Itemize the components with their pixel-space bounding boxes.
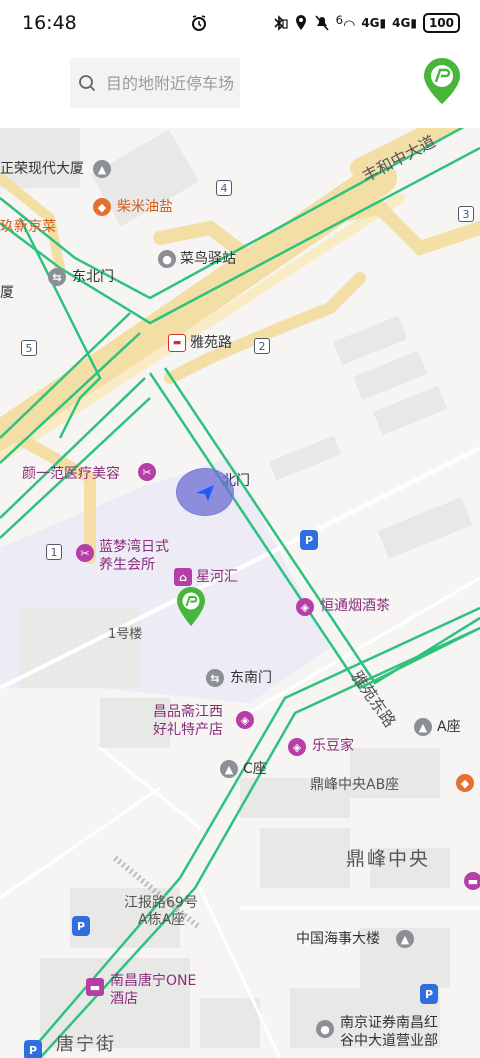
network-2-label: 4G — [392, 16, 411, 31]
parking-pin-icon[interactable] — [422, 56, 462, 106]
spa-pin-icon[interactable]: ✂ — [76, 544, 94, 562]
status-bar: 16:48 6◠ 4G▮ 4G▮ 100 — [0, 0, 480, 48]
road-badge-1: 1 — [46, 544, 62, 560]
road-badge-2: 2 — [254, 338, 270, 354]
hotel-pin-icon[interactable]: ▬ — [86, 978, 104, 996]
label-zhengrong[interactable]: 正荣现代大厦 — [0, 160, 84, 178]
label-dongnanmen[interactable]: 东南门 — [230, 669, 272, 687]
label-lanmengwan-2[interactable]: 养生会所 — [99, 556, 155, 574]
search-input[interactable] — [106, 73, 236, 93]
label-yanyifan[interactable]: 颜一范医疗美容 — [22, 465, 120, 483]
label-cainiao[interactable]: 菜鸟驿站 — [180, 250, 236, 268]
label-jiangbao[interactable]: 江报路69号 — [124, 894, 198, 912]
status-icons: 6◠ 4G▮ 4G▮ 100 — [190, 13, 460, 34]
parking-pin-icon[interactable] — [176, 586, 206, 628]
building-c-pin-icon[interactable]: ▲ — [220, 760, 238, 778]
label-jiuxin[interactable]: 玖新京菜 — [0, 218, 56, 236]
wifi-label: 6 — [335, 13, 344, 27]
label-lanmengwan[interactable]: 蓝梦湾日式 — [99, 538, 169, 556]
label-ledoujia[interactable]: 乐豆家 — [312, 737, 354, 755]
label-xinghehui[interactable]: 星河汇 — [196, 568, 238, 586]
label-tangning-hotel-2[interactable]: 酒店 — [110, 990, 138, 1008]
wifi-icon: 6◠ — [335, 13, 356, 34]
parking-p-icon[interactable]: P — [300, 530, 318, 550]
building-a-pin-icon[interactable]: ▲ — [414, 718, 432, 736]
label-chaimi[interactable]: 柴米油盐 — [117, 198, 173, 216]
label-building-1[interactable]: 1号楼 — [108, 626, 142, 644]
alarm-icon — [191, 15, 206, 32]
ledoujia-pin-icon[interactable]: ◈ — [288, 738, 306, 756]
top-search-bar — [0, 48, 480, 128]
label-changpinzhai-2[interactable]: 好礼特产店 — [153, 721, 223, 739]
battery-icon: 100 — [422, 13, 460, 34]
network-1-label: 4G — [361, 16, 380, 31]
label-yayuanlu[interactable]: 雅苑路 — [190, 334, 232, 352]
road-badge-5: 5 — [21, 340, 37, 356]
road-badge-4: 4 — [216, 180, 232, 196]
location-icon — [295, 15, 306, 31]
label-c-zuo[interactable]: C座 — [243, 760, 267, 778]
parking-p-icon-2[interactable]: P — [72, 916, 90, 936]
signal-2-icon: 4G▮ — [392, 16, 417, 31]
status-time: 16:48 — [22, 12, 77, 34]
current-location-marker[interactable] — [176, 468, 234, 516]
shop-pin-icon[interactable]: ◈ — [296, 598, 314, 616]
haishi-pin-icon[interactable]: ▲ — [396, 930, 414, 948]
mute-icon — [315, 15, 329, 31]
edge-pin-icon[interactable]: ▬ — [464, 872, 480, 890]
securities-pin-icon[interactable]: ● — [316, 1020, 334, 1038]
label-dingfeng-ab[interactable]: 鼎峰中央AB座 — [310, 776, 399, 794]
beauty-pin-icon[interactable]: ✂ — [138, 463, 156, 481]
label-jiangbao-2[interactable]: A栋A座 — [138, 911, 185, 929]
parking-p-icon-4[interactable]: P — [24, 1040, 42, 1058]
label-nanjing-securities[interactable]: 南京证券南昌红 — [340, 1014, 438, 1032]
label-dingfeng[interactable]: 鼎峰中央 — [346, 850, 430, 869]
food-pin-icon[interactable]: ◆ — [456, 774, 474, 792]
label-hengtong[interactable]: 恒通烟酒茶 — [320, 597, 390, 615]
label-dongbeimen[interactable]: 东北门 — [72, 268, 114, 286]
bus-stop-icon[interactable]: ▬ — [168, 334, 186, 352]
mall-pin-icon[interactable]: ⌂ — [174, 568, 192, 586]
label-sha[interactable]: 厦 — [0, 284, 14, 302]
courier-pin-icon[interactable]: ● — [158, 250, 176, 268]
map-view[interactable]: 正荣现代大厦 ▲ ◆ 柴米油盐 玖新京菜 4 3 丰和中大道 ● 菜鸟驿站 ⇆ … — [0, 128, 480, 1058]
label-tangningjie[interactable]: 唐宁街 — [56, 1036, 116, 1054]
road-badge-3: 3 — [458, 206, 474, 222]
label-changpinzhai[interactable]: 昌品斋江西 — [153, 703, 223, 721]
search-icon — [79, 75, 96, 92]
bluetooth-battery-icon — [274, 15, 288, 32]
gate-se-pin-icon[interactable]: ⇆ — [206, 669, 224, 687]
search-box[interactable] — [70, 58, 240, 108]
navigation-arrow-icon — [196, 485, 214, 501]
label-haishi[interactable]: 中国海事大楼 — [296, 930, 380, 948]
signal-1-icon: 4G▮ — [361, 16, 387, 31]
gate-pin-icon[interactable]: ⇆ — [48, 268, 66, 286]
label-a-zuo[interactable]: A座 — [437, 718, 461, 736]
label-nanjing-securities-2[interactable]: 谷中大道营业部 — [340, 1032, 438, 1050]
restaurant-pin-icon[interactable]: ◆ — [93, 198, 111, 216]
label-tangning-hotel[interactable]: 南昌唐宁ONE — [110, 972, 196, 990]
building-pin-icon[interactable]: ▲ — [93, 160, 111, 178]
gift-shop-pin-icon[interactable]: ◈ — [236, 711, 254, 729]
parking-p-icon-3[interactable]: P — [420, 984, 438, 1004]
